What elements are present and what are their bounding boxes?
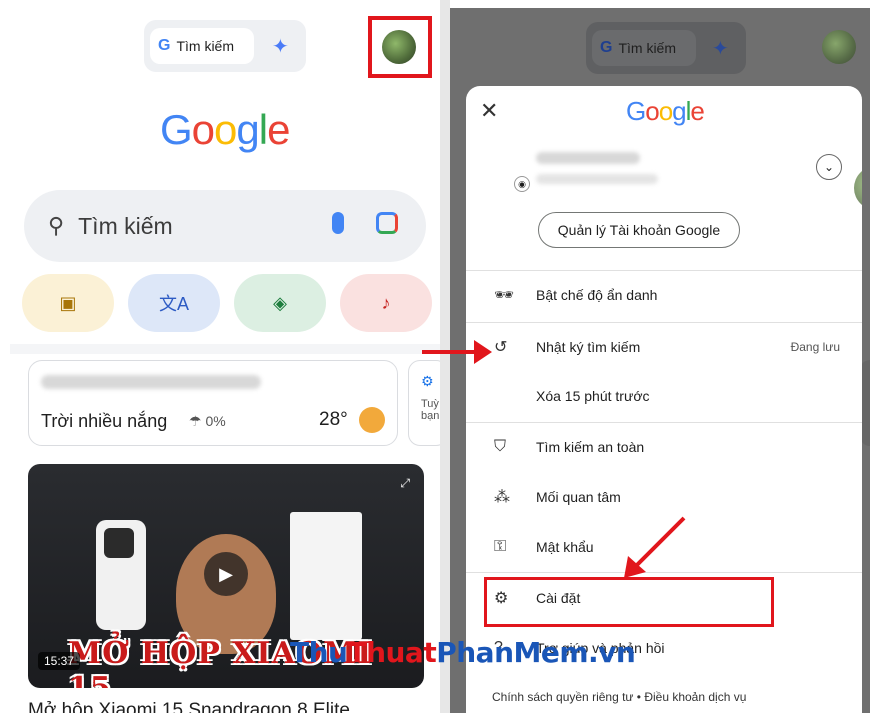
key-icon: ⚿ bbox=[494, 538, 507, 555]
image-search-chip[interactable]: ▣ bbox=[22, 274, 114, 332]
google-lens-icon[interactable] bbox=[376, 212, 398, 234]
search-input[interactable]: Tìm kiếm bbox=[78, 213, 173, 240]
search-bar[interactable]: ⚲ Tìm kiếm bbox=[24, 190, 426, 262]
menu-item-interests[interactable]: ⁂ Mối quan tâm bbox=[466, 475, 862, 519]
interests-icon: ⁂ bbox=[494, 489, 510, 506]
google-g-icon: G bbox=[158, 37, 171, 54]
search-tab-label: Tìm kiếm bbox=[618, 40, 677, 56]
gemini-sparkle-icon: ✦ bbox=[712, 38, 729, 60]
rain-chance: ☂ 0% bbox=[189, 413, 226, 429]
sunny-icon bbox=[359, 407, 385, 433]
translate-chip[interactable]: 文A bbox=[128, 274, 220, 332]
menu-item-incognito[interactable]: 🕶 Bật chế độ ẩn danh bbox=[466, 273, 862, 317]
incognito-icon: 🕶 bbox=[494, 287, 515, 304]
school-icon: ◈ bbox=[273, 292, 287, 313]
google-app-home: G Tìm kiếm ✦ Google ⚲ Tìm kiếm ▣ 文A ◈ ♪ … bbox=[10, 8, 440, 713]
blurred-account-name bbox=[536, 152, 640, 164]
weather-card[interactable]: Trời nhiều nắng ☂ 0% 28° bbox=[28, 360, 398, 446]
video-duration: 15:37 bbox=[38, 652, 81, 670]
search-tab[interactable]: G Tìm kiếm bbox=[150, 28, 254, 64]
music-chip[interactable]: ♪ bbox=[340, 274, 432, 332]
account-avatar-large[interactable]: ◉ bbox=[482, 144, 862, 210]
manage-account-button[interactable]: Quản lý Tài khoản Google bbox=[538, 212, 740, 248]
watermark: ThuThuatPhanMem.vn bbox=[290, 636, 636, 669]
gear-icon: ⚙ bbox=[421, 373, 434, 389]
google-g-icon: G bbox=[600, 39, 613, 56]
translate-icon: 文A bbox=[158, 294, 189, 314]
camera-icon[interactable]: ◉ bbox=[514, 176, 530, 192]
temperature: 28° bbox=[319, 409, 348, 430]
divider bbox=[466, 322, 862, 323]
close-icon[interactable]: ✕ bbox=[480, 98, 498, 124]
shortcut-chips: ▣ 文A ◈ ♪ bbox=[22, 274, 432, 332]
footer-links[interactable]: Chính sách quyền riêng tư • Điều khoản d… bbox=[492, 690, 746, 704]
menu-item-delete-last-15[interactable]: Xóa 15 phút trước bbox=[466, 374, 862, 418]
video-caption[interactable]: Mở hộp Xiaomi 15 Snapdragon 8 Elite bbox=[28, 700, 350, 713]
highlight-box-settings bbox=[484, 577, 774, 627]
account-avatar-dimmed bbox=[822, 30, 856, 64]
customize-label: Tuỳ bạn bbox=[421, 398, 440, 422]
phone-image bbox=[96, 520, 146, 630]
divider bbox=[466, 422, 862, 423]
screenshot: G Tìm kiếm ✦ Google ⚲ Tìm kiếm ▣ 文A ◈ ♪ … bbox=[0, 0, 870, 713]
google-logo: Google bbox=[626, 96, 705, 126]
chevron-down-icon[interactable]: ⌄ bbox=[816, 154, 842, 180]
search-mode-pill[interactable]: G Tìm kiếm ✦ bbox=[144, 20, 306, 72]
gemini-sparkle-icon[interactable]: ✦ bbox=[272, 34, 289, 59]
search-tab-label: Tìm kiếm bbox=[176, 38, 235, 54]
arrow-to-history-icon bbox=[422, 340, 492, 364]
google-logo: Google bbox=[160, 106, 290, 153]
weather-condition: Trời nhiều nắng bbox=[41, 411, 168, 431]
blurred-account-email bbox=[536, 174, 658, 184]
menu-item-search-history[interactable]: ↺ Nhật ký tìm kiếm Đang lưu bbox=[466, 325, 862, 369]
search-icon: ⚲ bbox=[48, 213, 65, 238]
image-search-icon: ▣ bbox=[59, 292, 77, 313]
music-note-icon: ♪ bbox=[381, 292, 391, 313]
menu-item-safe-search[interactable]: ⛉ Tìm kiếm an toàn bbox=[466, 425, 862, 469]
arrow-to-settings-icon bbox=[624, 516, 686, 578]
history-status: Đang lưu bbox=[790, 340, 840, 354]
microphone-icon[interactable] bbox=[332, 212, 344, 234]
homework-chip[interactable]: ◈ bbox=[234, 274, 326, 332]
customize-card[interactable]: ⚙ Tuỳ bạn bbox=[408, 360, 440, 446]
safe-search-icon: ⛉ bbox=[494, 438, 507, 455]
rain-cloud-icon: ☂ bbox=[189, 413, 202, 429]
expand-icon[interactable]: ⤢ bbox=[400, 476, 410, 491]
phone-box-image bbox=[290, 512, 362, 640]
highlight-box-avatar bbox=[368, 16, 432, 78]
blurred-location bbox=[41, 375, 261, 389]
section-divider bbox=[10, 344, 440, 354]
divider bbox=[466, 270, 862, 271]
play-button[interactable]: ▶ bbox=[204, 552, 248, 596]
